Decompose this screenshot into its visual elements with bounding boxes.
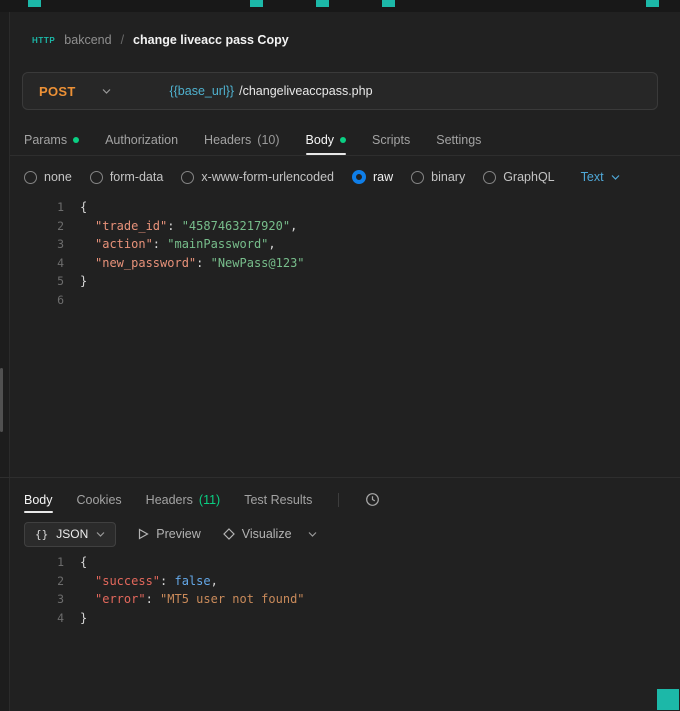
code-line: 3 "error": "MT5 user not found" xyxy=(10,590,680,609)
code-line: 2 "trade_id": "4587463217920", xyxy=(10,217,680,236)
bodytype-raw[interactable]: raw xyxy=(352,170,393,184)
window-topbar xyxy=(0,0,680,12)
left-sidebar-rail xyxy=(0,12,10,711)
code-text: "error": "MT5 user not found" xyxy=(80,590,305,609)
request-tabs: Params Authorization Headers (10) Body S… xyxy=(24,124,680,155)
chevron-down-icon xyxy=(611,175,620,180)
url-path: /changeliveaccpass.php xyxy=(239,84,372,98)
radio-icon xyxy=(411,171,424,184)
response-section-divider xyxy=(0,477,680,478)
line-number: 1 xyxy=(10,198,80,217)
radio-selected-icon xyxy=(352,170,366,184)
visualize-diamond-icon xyxy=(223,528,235,540)
tab-body[interactable]: Body xyxy=(306,124,347,155)
request-title[interactable]: change liveacc pass Copy xyxy=(133,33,289,47)
postman-window: HTTP bakcend / change liveacc pass Copy … xyxy=(0,0,680,711)
tab-indicator[interactable] xyxy=(28,0,41,7)
code-text: "new_password": "NewPass@123" xyxy=(80,254,305,273)
radio-icon xyxy=(90,171,103,184)
line-number: 6 xyxy=(10,291,80,310)
line-number: 5 xyxy=(10,272,80,291)
visualize-button[interactable]: Visualize xyxy=(223,527,292,541)
response-headers-count: (11) xyxy=(199,493,220,507)
body-content-dot xyxy=(340,137,346,143)
code-text: "trade_id": "4587463217920", xyxy=(80,217,297,236)
bodytype-binary[interactable]: binary xyxy=(411,170,465,184)
tab-settings[interactable]: Settings xyxy=(436,124,481,155)
code-line: 2 "success": false, xyxy=(10,572,680,591)
code-text: } xyxy=(80,609,87,628)
code-text: { xyxy=(80,198,87,217)
request-url-bar: POST {{base_url}} /changeliveaccpass.php xyxy=(22,72,658,110)
method-label: POST xyxy=(39,84,76,99)
braces-icon: {} xyxy=(35,528,48,541)
code-line: 4 } xyxy=(10,609,680,628)
breadcrumb-separator: / xyxy=(121,33,124,47)
code-line: 1 { xyxy=(10,198,680,217)
corner-accent xyxy=(657,689,679,710)
tab-indicator[interactable] xyxy=(250,0,263,7)
line-number: 2 xyxy=(10,217,80,236)
preview-button[interactable]: Preview xyxy=(138,527,200,541)
breadcrumb-collection[interactable]: bakcend xyxy=(64,33,111,47)
radio-icon xyxy=(181,171,194,184)
response-body-viewer[interactable]: 1 { 2 "success": false, 3 "error": "MT5 … xyxy=(10,553,680,673)
code-text: } xyxy=(80,272,87,291)
chevron-down-icon xyxy=(308,532,317,537)
response-history-button[interactable] xyxy=(365,486,380,513)
response-view-options[interactable] xyxy=(308,532,317,537)
code-text: { xyxy=(80,553,87,572)
response-tab-headers[interactable]: Headers (11) xyxy=(146,486,221,513)
code-line: 6 xyxy=(10,291,680,310)
code-text: "success": false, xyxy=(80,572,218,591)
tab-indicator[interactable] xyxy=(382,0,395,7)
chevron-down-icon xyxy=(102,89,111,94)
response-tab-test-results[interactable]: Test Results xyxy=(244,486,312,513)
url-input[interactable]: {{base_url}} /changeliveaccpass.php xyxy=(149,70,373,112)
tab-params[interactable]: Params xyxy=(24,124,79,155)
bodytype-graphql[interactable]: GraphQL xyxy=(483,170,554,184)
code-line: 5 } xyxy=(10,272,680,291)
line-number: 2 xyxy=(10,572,80,591)
tab-authorization[interactable]: Authorization xyxy=(105,124,178,155)
line-number: 3 xyxy=(10,590,80,609)
line-number: 4 xyxy=(10,254,80,273)
response-toolbar: {} JSON Preview Visualize xyxy=(24,521,317,547)
request-body-editor[interactable]: 1 { 2 "trade_id": "4587463217920", 3 "ac… xyxy=(10,198,680,476)
code-line: 1 { xyxy=(10,553,680,572)
response-tabs: Body Cookies Headers (11) Test Results xyxy=(24,486,380,513)
bodytype-urlencoded[interactable]: x-www-form-urlencoded xyxy=(181,170,334,184)
line-number: 3 xyxy=(10,235,80,254)
response-format-select[interactable]: {} JSON xyxy=(24,522,116,547)
code-line: 4 "new_password": "NewPass@123" xyxy=(10,254,680,273)
breadcrumb: HTTP bakcend / change liveacc pass Copy xyxy=(32,30,289,50)
line-number: 4 xyxy=(10,609,80,628)
response-tab-cookies[interactable]: Cookies xyxy=(77,486,122,513)
radio-icon xyxy=(24,171,37,184)
response-tab-body[interactable]: Body xyxy=(24,486,53,513)
vertical-scrollbar[interactable] xyxy=(0,368,3,432)
vertical-separator xyxy=(338,493,339,507)
body-type-selector: none form-data x-www-form-urlencoded raw… xyxy=(24,160,620,194)
play-outline-icon xyxy=(138,528,149,540)
params-content-dot xyxy=(73,137,79,143)
tabs-divider xyxy=(10,155,680,156)
line-number: 1 xyxy=(10,553,80,572)
history-clock-icon xyxy=(365,492,380,507)
tab-indicator[interactable] xyxy=(316,0,329,7)
raw-language-select[interactable]: Text xyxy=(581,170,620,184)
chevron-down-icon xyxy=(96,532,105,537)
radio-icon xyxy=(483,171,496,184)
http-collection-icon: HTTP xyxy=(32,35,55,45)
bodytype-none[interactable]: none xyxy=(24,170,72,184)
url-variable: {{base_url}} xyxy=(169,84,234,98)
headers-count: (10) xyxy=(257,133,279,147)
code-text: "action": "mainPassword", xyxy=(80,235,276,254)
tab-indicator[interactable] xyxy=(646,0,659,7)
method-select[interactable]: POST xyxy=(23,84,127,99)
code-line: 3 "action": "mainPassword", xyxy=(10,235,680,254)
tab-scripts[interactable]: Scripts xyxy=(372,124,410,155)
bodytype-form-data[interactable]: form-data xyxy=(90,170,164,184)
tab-headers[interactable]: Headers (10) xyxy=(204,124,279,155)
